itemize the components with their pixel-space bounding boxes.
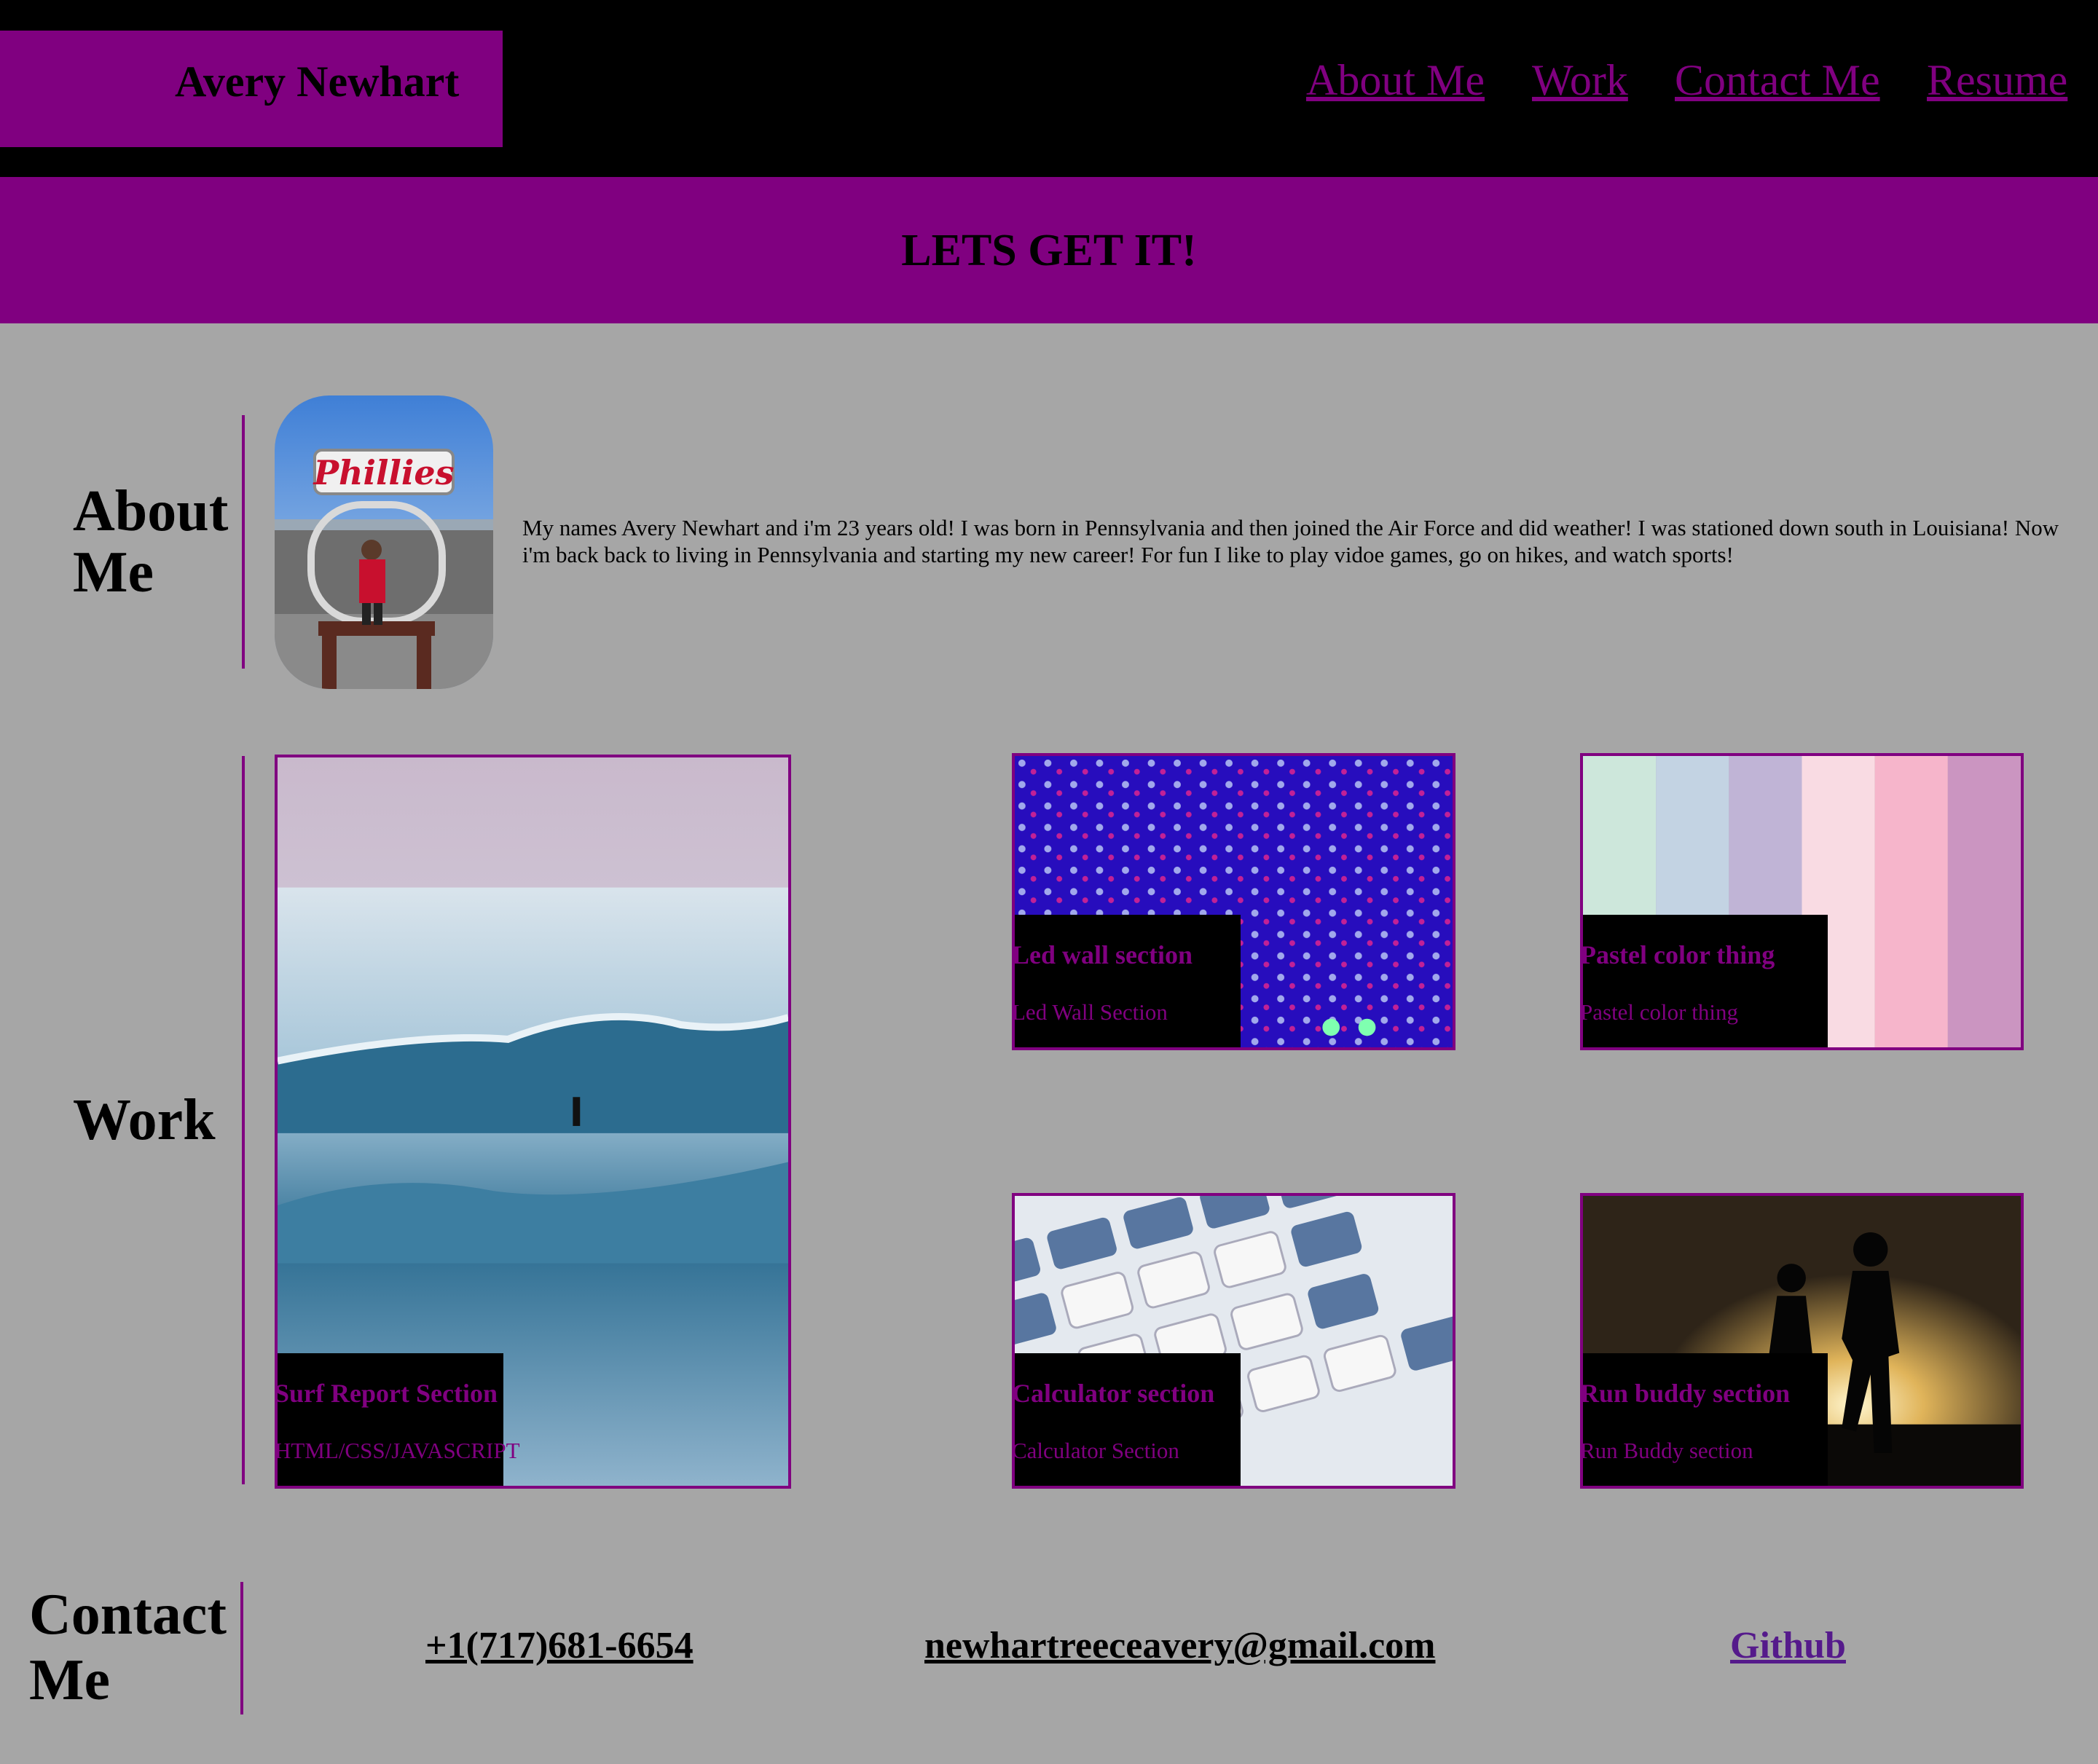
- card-title: Pastel color thing: [1580, 940, 1775, 969]
- card-caption: Calculator section Calculator Section: [1012, 1353, 1241, 1486]
- email-link[interactable]: newhartreeceavery@gmail.com: [924, 1624, 1435, 1667]
- contact-divider: [240, 1582, 243, 1714]
- card-subtitle: HTML/CSS/JAVASCRIPT: [275, 1438, 520, 1463]
- card-title: Surf Report Section: [275, 1379, 498, 1408]
- about-description: My names Avery Newhart and i'm 23 years …: [522, 515, 2059, 567]
- card-caption: Run buddy section Run Buddy section: [1580, 1353, 1828, 1486]
- site-header: Avery Newhart About Me Work Contact Me R…: [0, 0, 2098, 177]
- card-subtitle: Pastel color thing: [1580, 999, 1738, 1025]
- card-title: Led wall section: [1012, 940, 1193, 969]
- hero-banner: LETS GET IT!: [0, 177, 2098, 323]
- about-heading-line2: Me: [73, 540, 154, 605]
- contact-heading: Contact Me: [29, 1582, 227, 1713]
- card-caption: Surf Report Section HTML/CSS/JAVASCRIPT: [275, 1353, 520, 1486]
- card-caption: Pastel color thing Pastel color thing: [1580, 915, 1828, 1047]
- nav-link-contact[interactable]: Contact Me: [1675, 55, 1880, 106]
- about-heading: About Me: [73, 481, 228, 603]
- nav-link-about[interactable]: About Me: [1306, 55, 1485, 106]
- work-divider: [242, 756, 245, 1484]
- project-card-pastel-color[interactable]: Pastel color thing Pastel color thing: [1580, 753, 2024, 1050]
- card-title: Calculator section: [1012, 1379, 1215, 1408]
- site-title: Avery Newhart: [175, 58, 460, 106]
- card-title: Run buddy section: [1580, 1379, 1791, 1408]
- card-subtitle: Run Buddy section: [1580, 1438, 1753, 1463]
- contact-heading-line1: Contact: [29, 1583, 227, 1647]
- nav-link-work[interactable]: Work: [1532, 55, 1628, 106]
- nav-link-resume[interactable]: Resume: [1927, 55, 2067, 106]
- project-card-surf-report[interactable]: Surf Report Section HTML/CSS/JAVASCRIPT: [275, 755, 791, 1489]
- card-subtitle: Led Wall Section: [1012, 999, 1168, 1025]
- contact-heading-line2: Me: [29, 1648, 111, 1712]
- about-divider: [242, 415, 245, 669]
- project-card-led-wall[interactable]: Led wall section Led Wall Section: [1012, 753, 1455, 1050]
- github-link[interactable]: Github: [1730, 1624, 1846, 1667]
- phone-link[interactable]: +1(717)681-6654: [425, 1624, 694, 1667]
- profile-photo: Phillies: [275, 395, 493, 689]
- work-heading: Work: [73, 1088, 216, 1152]
- svg-text:Phillies: Phillies: [312, 453, 454, 492]
- project-card-calculator[interactable]: Calculator section Calculator Section: [1012, 1193, 1455, 1489]
- project-card-run-buddy[interactable]: Run buddy section Run Buddy section: [1580, 1193, 2024, 1489]
- card-subtitle: Calculator Section: [1012, 1438, 1179, 1463]
- card-caption: Led wall section Led Wall Section: [1012, 915, 1241, 1047]
- banner-heading: LETS GET IT!: [901, 226, 1197, 275]
- about-heading-line1: About: [73, 479, 229, 543]
